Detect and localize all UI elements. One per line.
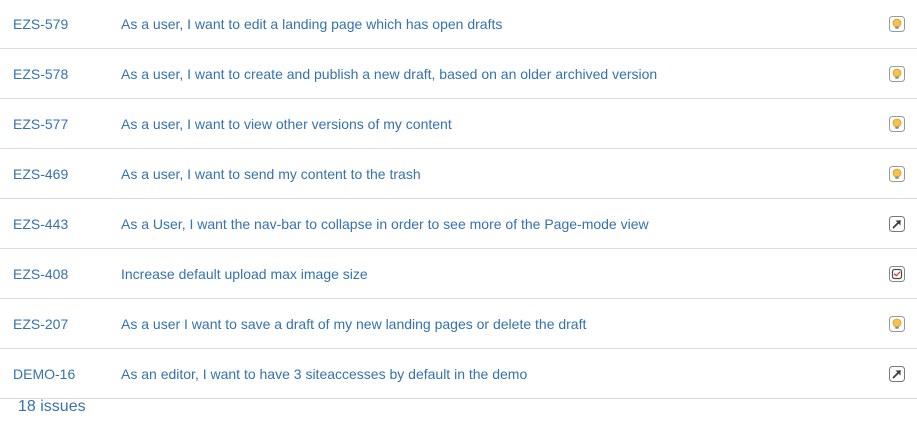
improvement-icon [889, 365, 905, 382]
issue-key-link[interactable]: EZS-577 [13, 116, 68, 132]
issue-key-link[interactable]: EZS-443 [13, 216, 68, 232]
table-row: EZS-579 As a user, I want to edit a land… [0, 0, 917, 49]
issue-summary-link[interactable]: As a user, I want to send my content to … [121, 166, 421, 182]
issue-summary-link[interactable]: As a user, I want to edit a landing page… [121, 16, 502, 32]
issue-key-link[interactable]: EZS-469 [13, 166, 68, 182]
story-icon [889, 165, 905, 182]
task-icon [889, 265, 905, 282]
issue-count-link[interactable]: 18 issues [18, 398, 86, 416]
issue-table: EZS-579 As a user, I want to edit a land… [0, 0, 917, 399]
table-row: DEMO-16 As an editor, I want to have 3 s… [0, 349, 917, 399]
table-row: EZS-408 Increase default upload max imag… [0, 249, 917, 299]
issue-key-link[interactable]: DEMO-16 [13, 366, 75, 382]
issue-key-link[interactable]: EZS-408 [13, 266, 68, 282]
issue-key-link[interactable]: EZS-578 [13, 66, 68, 82]
table-row: EZS-443 As a User, I want the nav-bar to… [0, 199, 917, 249]
issue-summary-link[interactable]: As a User, I want the nav-bar to collaps… [121, 216, 649, 232]
issue-key-link[interactable]: EZS-207 [13, 316, 68, 332]
story-icon [889, 315, 905, 332]
table-row: EZS-577 As a user, I want to view other … [0, 99, 917, 149]
improvement-icon [889, 215, 905, 232]
issue-key-link[interactable]: EZS-579 [13, 16, 68, 32]
story-icon [889, 65, 905, 82]
issue-summary-link[interactable]: As a user, I want to create and publish … [121, 66, 657, 82]
table-row: EZS-578 As a user, I want to create and … [0, 49, 917, 99]
issue-summary-link[interactable]: As a user, I want to view other versions… [121, 116, 452, 132]
issue-summary-link[interactable]: As an editor, I want to have 3 siteacces… [121, 366, 527, 382]
issue-summary-link[interactable]: Increase default upload max image size [121, 266, 368, 282]
issue-summary-link[interactable]: As a user I want to save a draft of my n… [121, 316, 586, 332]
story-icon [889, 16, 905, 32]
table-row: EZS-469 As a user, I want to send my con… [0, 149, 917, 199]
table-row: EZS-207 As a user I want to save a draft… [0, 299, 917, 349]
story-icon [889, 115, 905, 132]
